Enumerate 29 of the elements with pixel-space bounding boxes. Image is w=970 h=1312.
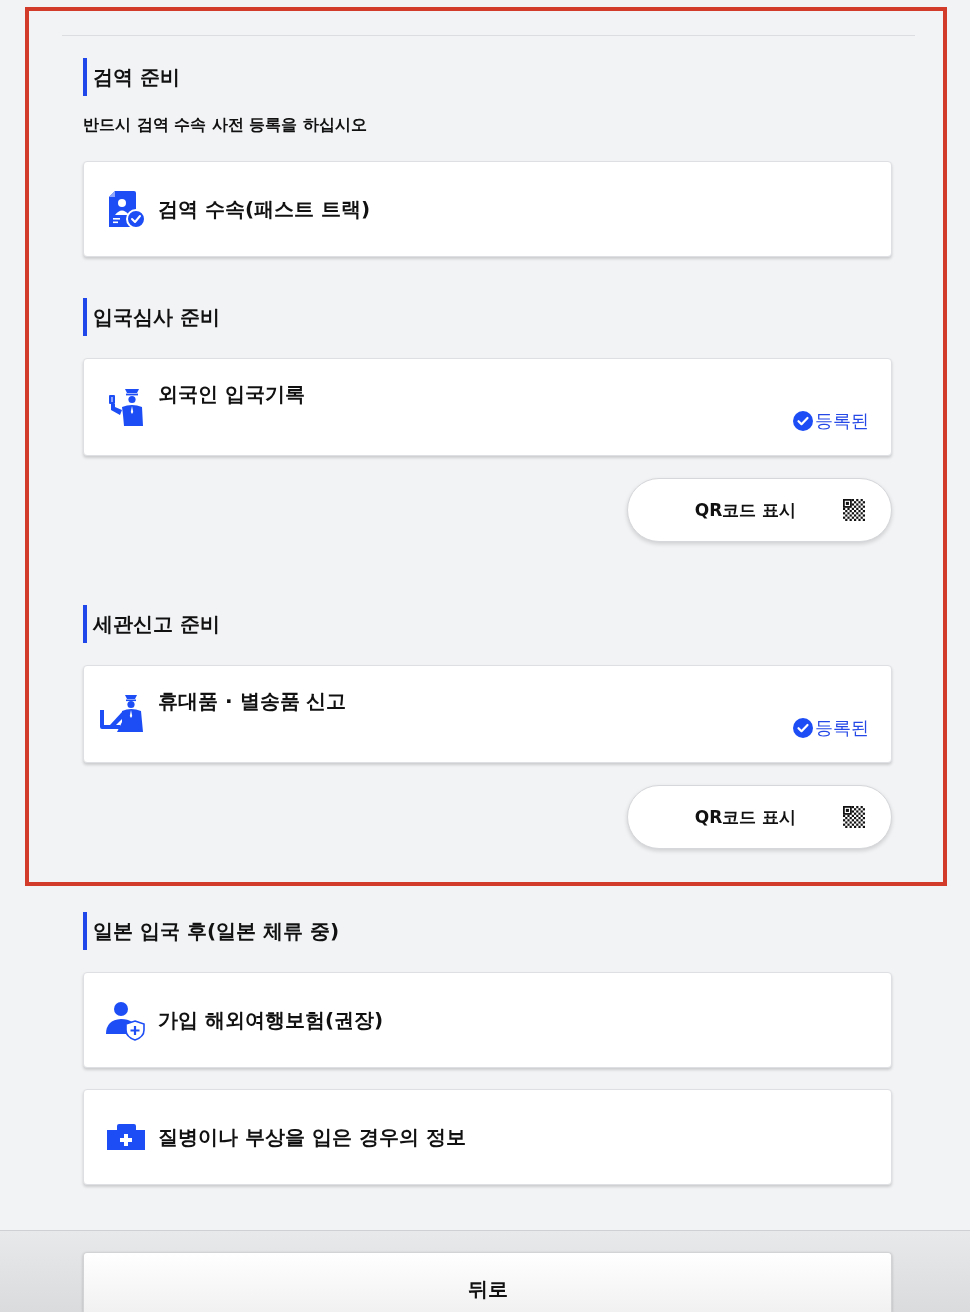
section-heading: 검역 준비 [83,58,180,96]
back-button[interactable]: 뒤로 [83,1252,892,1312]
section-heading: 입국심사 준비 [83,298,220,336]
medical-building-icon [107,1124,145,1150]
qr-code-button[interactable]: QR코드 표시 [627,478,892,542]
card-title: 외국인 입국기록 [158,381,306,408]
menu-card[interactable]: 휴대품 · 별송품 신고 등록된 [83,665,892,763]
qr-code-icon [843,806,865,828]
status-text: 등록된 [815,409,869,433]
menu-card[interactable]: 가입 해외여행보험(권장) [83,972,892,1068]
check-circle-icon [793,411,813,431]
card-title: 휴대품 · 별송품 신고 [158,688,348,715]
document-person-check-icon [106,189,146,229]
section-heading: 세관신고 준비 [83,605,220,643]
section-heading: 일본 입국 후(일본 체류 중) [83,912,340,950]
notice-text: 반드시 검역 수속 사전 등록을 하십시오 [83,114,367,136]
menu-card[interactable]: 질병이나 부상을 입은 경우의 정보 [83,1089,892,1185]
card-title: 검역 수속(패스트 트랙) [158,196,372,223]
card-title: 가입 해외여행보험(권장) [158,1007,385,1034]
status-text: 등록된 [815,716,869,740]
card-title: 질병이나 부상을 입은 경우의 정보 [158,1124,467,1151]
check-circle-icon [793,718,813,738]
qr-code-button[interactable]: QR코드 표시 [627,785,892,849]
menu-card[interactable]: 외국인 입국기록 등록된 [83,358,892,456]
person-shield-icon [106,999,146,1041]
officer-desk-icon [100,695,144,732]
qr-code-icon [843,499,865,521]
officer-passport-icon [108,387,144,426]
menu-card[interactable]: 검역 수속(패스트 트랙) [83,161,892,257]
